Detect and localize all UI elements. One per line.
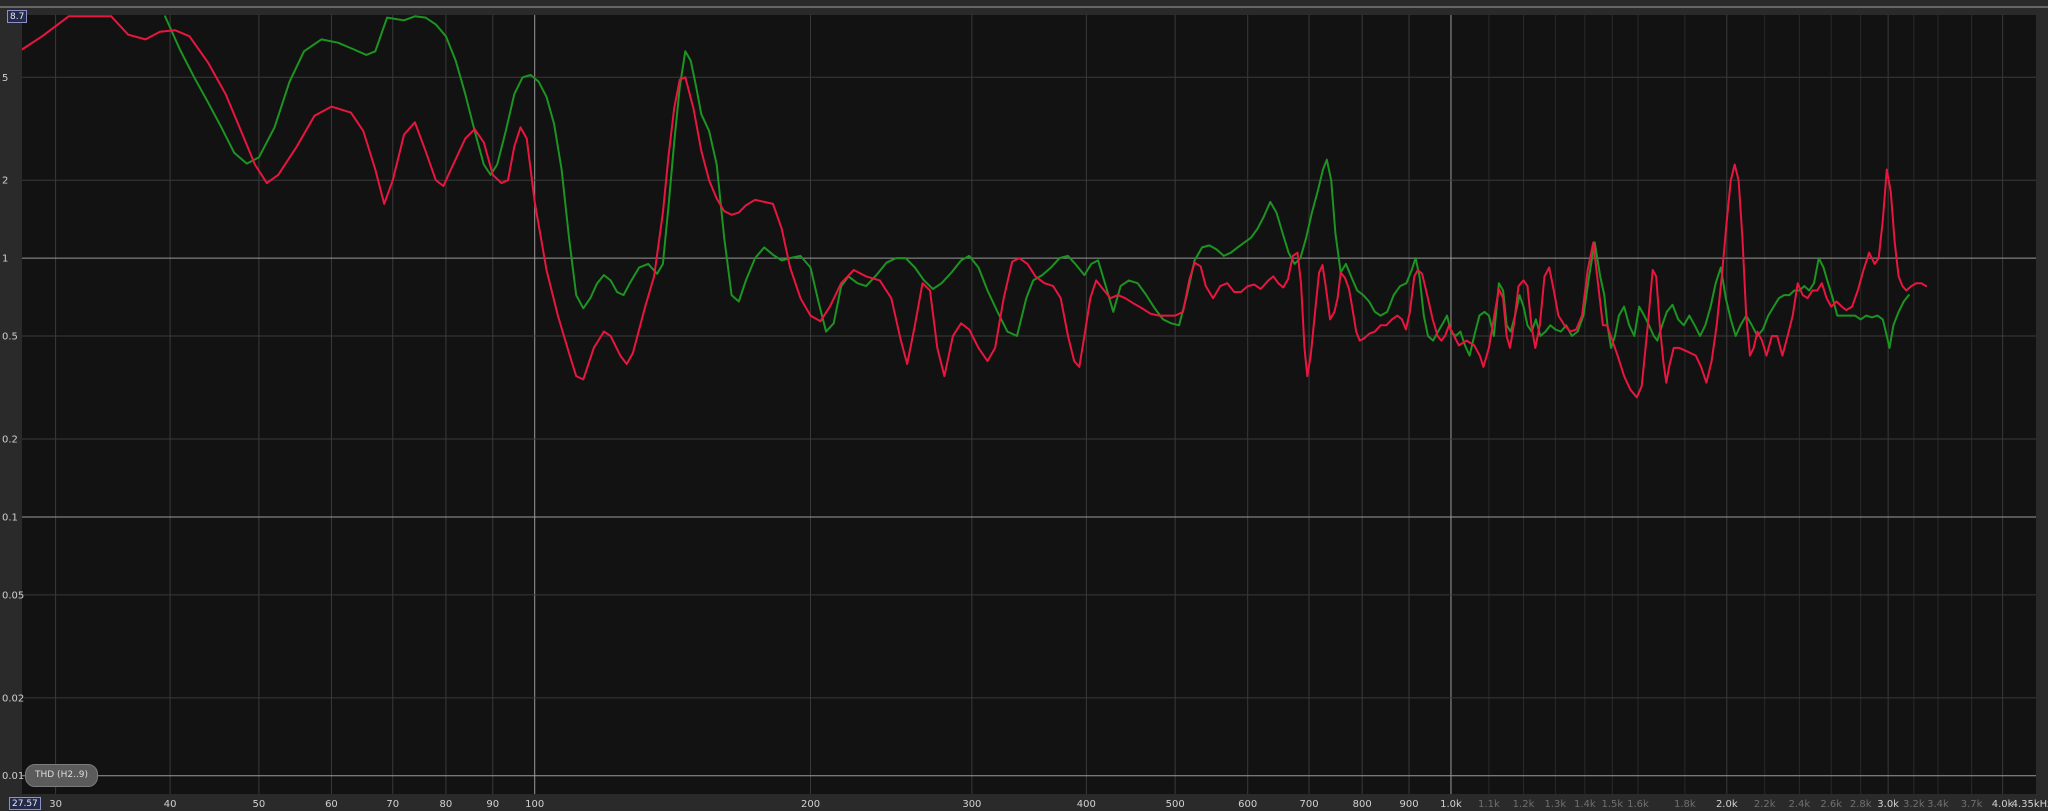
- x-tick-label: 80: [440, 799, 453, 810]
- x-tick-label: 600: [1238, 799, 1257, 810]
- x-tick-label: 1.1k: [1478, 799, 1500, 810]
- x-tick-label: 3.4k: [1927, 799, 1949, 810]
- x-tick-label: 2.0k: [1716, 799, 1738, 810]
- y-tick-label: 0.2: [2, 435, 18, 446]
- x-tick-label: 1.3k: [1545, 799, 1567, 810]
- x-tick-label: 30: [49, 799, 62, 810]
- x-tick-label: 2.6k: [1820, 799, 1842, 810]
- thd-trace-chip[interactable]: THD (H2..9): [25, 764, 99, 787]
- x-tick-label: 90: [486, 799, 499, 810]
- y-tick-label: 5: [2, 73, 8, 84]
- x-tick-label: 1.0k: [1440, 799, 1462, 810]
- x-tick-label: 3.2k: [1903, 799, 1925, 810]
- x-tick-label: 1.6k: [1627, 799, 1649, 810]
- x-tick-label: 1.8k: [1674, 799, 1696, 810]
- x-tick-label: 2.2k: [1754, 799, 1776, 810]
- y-tick-label: 0.1: [2, 512, 18, 523]
- x-tick-label: 1.4k: [1574, 799, 1596, 810]
- plot-area: [22, 15, 2036, 794]
- thd-plot[interactable]: 30 40 50 60 70 80 90 100 200 300 400 500 600 700 800 90…: [0, 0, 2048, 811]
- x-tick-label: 400: [1077, 799, 1096, 810]
- x-tick-label: 1.2k: [1513, 799, 1535, 810]
- x-tick-label: 2.4k: [1788, 799, 1810, 810]
- x-min-value-box[interactable]: 27.57: [9, 797, 41, 810]
- y-tick-label: 1: [2, 254, 8, 265]
- x-tick-label: 60: [325, 799, 338, 810]
- y-tick-label: 0.05: [2, 590, 24, 601]
- x-tick-label: 1.5k: [1601, 799, 1623, 810]
- y-tick-label: 2: [2, 176, 8, 187]
- y-tick-label: 0.5: [2, 332, 18, 343]
- x-tick-label: 40: [164, 799, 177, 810]
- y-tick-label: 0.02: [2, 693, 24, 704]
- x-tick-label: 2.8k: [1850, 799, 1872, 810]
- x-tick-label: 70: [386, 799, 399, 810]
- x-tick-label: 200: [801, 799, 820, 810]
- x-tick-label: 700: [1299, 799, 1318, 810]
- x-tick-label: 100: [525, 799, 544, 810]
- x-tick-label: 500: [1166, 799, 1185, 810]
- x-tick-label: 3.7k: [1961, 799, 1983, 810]
- y-tick-label: 0.01: [2, 771, 24, 782]
- x-tick-label: 300: [962, 799, 981, 810]
- y-max-value-box[interactable]: 8.7: [7, 10, 28, 23]
- x-tick-label: 4.0k: [1992, 799, 2014, 810]
- x-tick-label: 50: [253, 799, 266, 810]
- x-tick-label: 800: [1353, 799, 1372, 810]
- x-tick-label: 900: [1400, 799, 1419, 810]
- x-tick-label: 4.35kHz: [2012, 799, 2048, 810]
- x-tick-label: 3.0k: [1877, 799, 1899, 810]
